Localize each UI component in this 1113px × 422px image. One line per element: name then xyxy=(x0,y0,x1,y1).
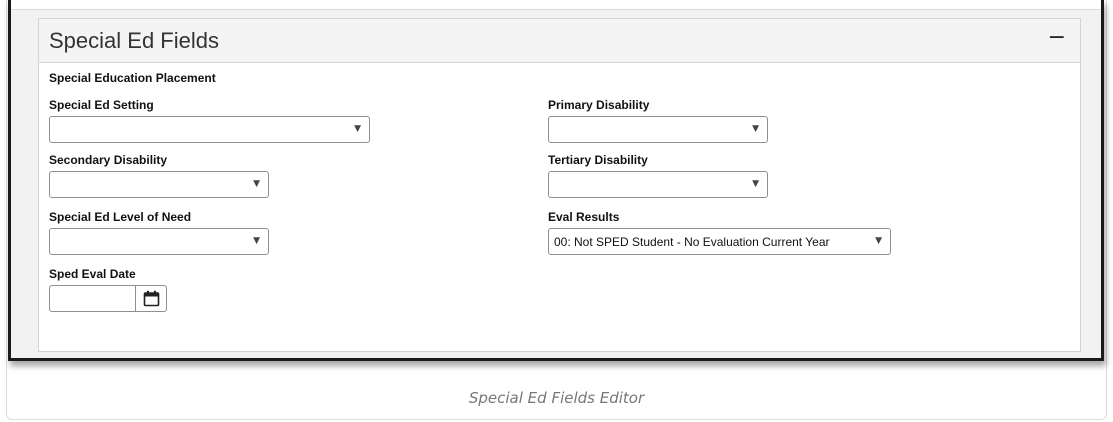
minus-icon[interactable]: − xyxy=(1048,25,1066,50)
panel-header[interactable]: Special Ed Fields − xyxy=(39,19,1080,63)
eval-results-label: Eval Results xyxy=(548,210,620,224)
section-heading: Special Education Placement xyxy=(49,71,216,85)
panel-title: Special Ed Fields xyxy=(49,28,219,53)
screenshot-window: Special Ed Fields − Special Education Pl… xyxy=(8,0,1104,361)
select-value: 00: Not SPED Student - No Evaluation Cur… xyxy=(554,235,830,249)
special-ed-level-of-need-select[interactable]: ▼ xyxy=(49,228,269,255)
chevron-down-icon: ▼ xyxy=(354,124,361,134)
special-ed-fields-panel: Special Ed Fields − Special Education Pl… xyxy=(38,18,1081,352)
figure-caption: Special Ed Fields Editor xyxy=(468,389,645,407)
special-ed-setting-select[interactable]: ▼ xyxy=(49,116,370,143)
special-ed-setting-label: Special Ed Setting xyxy=(49,98,154,112)
secondary-disability-select[interactable]: ▼ xyxy=(49,171,269,198)
chevron-down-icon: ▼ xyxy=(875,236,882,246)
sped-eval-date-label: Sped Eval Date xyxy=(49,267,136,281)
chevron-down-icon: ▼ xyxy=(752,179,759,189)
chevron-down-icon: ▼ xyxy=(253,179,260,189)
tertiary-disability-select[interactable]: ▼ xyxy=(548,171,768,198)
chevron-down-icon: ▼ xyxy=(253,236,260,246)
sped-eval-date-input[interactable] xyxy=(49,285,136,312)
primary-disability-select[interactable]: ▼ xyxy=(548,116,768,143)
screenshot-top-strip xyxy=(11,0,1101,10)
special-ed-level-of-need-label: Special Ed Level of Need xyxy=(49,210,192,224)
chevron-down-icon: ▼ xyxy=(752,124,759,134)
primary-disability-label: Primary Disability xyxy=(548,98,650,112)
secondary-disability-label: Secondary Disability xyxy=(49,153,168,167)
eval-results-select[interactable]: 00: Not SPED Student - No Evaluation Cur… xyxy=(548,228,891,255)
tertiary-disability-label: Tertiary Disability xyxy=(548,153,648,167)
calendar-button[interactable] xyxy=(135,285,167,312)
calendar-icon xyxy=(143,290,160,307)
